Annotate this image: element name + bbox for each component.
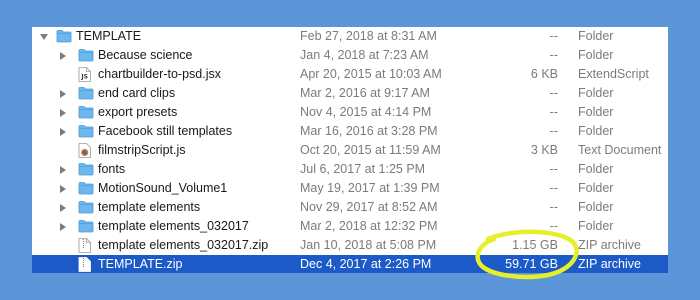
file-name: Facebook still templates — [98, 124, 233, 138]
file-name: template elements_032017 — [98, 219, 249, 233]
file-row[interactable]: Because science Jan 4, 2018 at 7:23 AM -- F… — [32, 46, 668, 65]
file-row[interactable]: Facebook still templates Mar 16, 2016 at … — [32, 122, 668, 141]
disclosure-triangle-closed-icon[interactable] — [60, 109, 66, 117]
file-row[interactable]: TEMPLATE Feb 27, 2018 at 8:31 AM -- Folder — [32, 27, 668, 46]
file-size: -- — [549, 181, 558, 195]
file-kind: Folder — [578, 181, 614, 195]
disclosure-triangle-closed-icon[interactable] — [60, 204, 66, 212]
file-size: 59.71 GB — [505, 257, 558, 271]
date-modified: Jan 4, 2018 at 7:23 AM — [300, 48, 429, 62]
file-name: TEMPLATE — [76, 29, 142, 43]
file-row[interactable]: template elements Nov 29, 2017 at 8:52 AM… — [32, 198, 668, 217]
date-modified: Mar 2, 2016 at 9:17 AM — [300, 86, 430, 100]
file-row-selected[interactable]: TEMPLATE.zip Dec 4, 2017 at 2:26 PM 59.71 … — [32, 255, 668, 273]
file-name: TEMPLATE.zip — [98, 257, 183, 271]
disclosure-triangle-closed-icon[interactable] — [60, 185, 66, 193]
file-list: TEMPLATE Feb 27, 2018 at 8:31 AM -- Folder B… — [32, 27, 668, 273]
zip-file-icon — [78, 257, 91, 273]
disclosure-triangle-closed-icon[interactable] — [60, 52, 66, 60]
disclosure-triangle-open-icon[interactable] — [40, 34, 48, 40]
file-size: -- — [549, 86, 558, 100]
file-kind: Text Document — [578, 143, 662, 157]
file-row[interactable]: end card clips Mar 2, 2016 at 9:17 AM -- Fo… — [32, 84, 668, 103]
date-modified: Oct 20, 2015 at 11:59 AM — [300, 143, 441, 157]
file-row[interactable]: export presets Nov 4, 2015 at 4:14 PM -- Fo… — [32, 103, 668, 122]
date-modified: Dec 4, 2017 at 2:26 PM — [300, 257, 432, 271]
date-modified: Mar 16, 2016 at 3:28 PM — [300, 124, 438, 138]
file-kind: Folder — [578, 86, 614, 100]
file-size: -- — [549, 162, 558, 176]
file-size: 6 KB — [530, 67, 558, 81]
date-modified: Feb 27, 2018 at 8:31 AM — [300, 29, 437, 43]
disclosure-triangle-closed-icon[interactable] — [60, 90, 66, 98]
file-name: export presets — [98, 105, 178, 119]
date-modified: Mar 2, 2018 at 12:32 PM — [300, 219, 438, 233]
svg-text:JS: JS — [80, 74, 88, 81]
disclosure-triangle-closed-icon[interactable] — [60, 223, 66, 231]
file-name: template elements — [98, 200, 201, 214]
file-size: -- — [549, 124, 558, 138]
file-size: -- — [549, 29, 558, 43]
file-kind: ExtendScript — [578, 67, 649, 81]
file-kind: Folder — [578, 105, 614, 119]
disclosure-triangle-closed-icon[interactable] — [60, 166, 66, 174]
file-size: -- — [549, 219, 558, 233]
file-row[interactable]: fonts Jul 6, 2017 at 1:25 PM -- Folder — [32, 160, 668, 179]
finder-screenshot: TEMPLATE Feb 27, 2018 at 8:31 AM -- Folder B… — [0, 0, 700, 300]
file-name: filmstripScript.js — [98, 143, 186, 157]
file-size: 1.15 GB — [512, 238, 558, 252]
date-modified: Jul 6, 2017 at 1:25 PM — [300, 162, 426, 176]
file-name: template elements_032017.zip — [98, 238, 269, 252]
file-row[interactable]: filmstripScript.js Oct 20, 2015 at 11:59 … — [32, 141, 668, 160]
file-name: fonts — [98, 162, 126, 176]
file-kind: Folder — [578, 162, 614, 176]
file-name: Because science — [98, 48, 193, 62]
date-modified: Jan 10, 2018 at 5:08 PM — [300, 238, 437, 252]
file-kind: ZIP archive — [578, 257, 641, 271]
file-kind: ZIP archive — [578, 238, 641, 252]
disclosure-triangle-closed-icon[interactable] — [60, 128, 66, 136]
file-row[interactable]: template elements_032017.zip Jan 10, 2018… — [32, 236, 668, 255]
file-kind: Folder — [578, 29, 614, 43]
file-size: -- — [549, 48, 558, 62]
file-name: end card clips — [98, 86, 176, 100]
file-row[interactable]: JS chartbuilder-to-psd.jsx Apr 20, 2015 at… — [32, 65, 668, 84]
date-modified: Apr 20, 2015 at 10:03 AM — [300, 67, 442, 81]
file-kind: Folder — [578, 219, 614, 233]
file-kind: Folder — [578, 48, 614, 62]
file-size: 3 KB — [530, 143, 558, 157]
file-kind: Folder — [578, 124, 614, 138]
file-name: MotionSound_Volume1 — [98, 181, 228, 195]
date-modified: Nov 29, 2017 at 8:52 AM — [300, 200, 438, 214]
file-name: chartbuilder-to-psd.jsx — [98, 67, 221, 81]
file-row[interactable]: template elements_032017 Mar 2, 2018 at 1… — [32, 217, 668, 236]
file-kind: Folder — [578, 200, 614, 214]
date-modified: Nov 4, 2015 at 4:14 PM — [300, 105, 432, 119]
file-row[interactable]: MotionSound_Volume1 May 19, 2017 at 1:39 … — [32, 179, 668, 198]
date-modified: May 19, 2017 at 1:39 PM — [300, 181, 440, 195]
file-size: -- — [549, 105, 558, 119]
file-size: -- — [549, 200, 558, 214]
